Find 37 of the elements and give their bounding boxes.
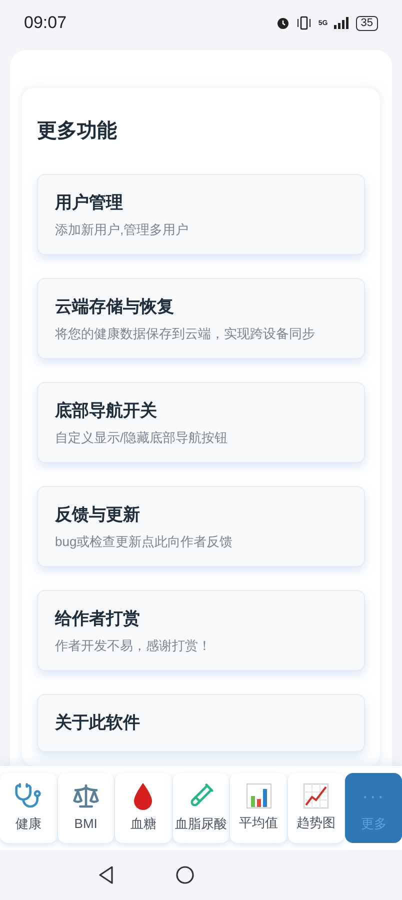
feature-title: 给作者打赏 <box>55 608 141 630</box>
more-icon: ··· <box>362 782 386 810</box>
feature-description: bug或检查更新点此向作者反馈 <box>55 532 234 551</box>
feature-item[interactable]: 底部导航开关 自定义显示/隐藏底部导航按钮 <box>37 382 365 463</box>
scale-icon <box>72 782 100 810</box>
feature-title: 反馈与更新 <box>55 504 141 526</box>
back-icon[interactable] <box>98 866 114 884</box>
feature-title: 关于此软件 <box>55 712 141 734</box>
nav-tab[interactable]: 血脂尿酸 <box>172 773 230 843</box>
feature-description: 将您的健康数据保存到云端，实现跨设备同步 <box>55 324 316 342</box>
feature-description: 作者开发不易，感谢打赏！ <box>55 636 212 654</box>
feature-item[interactable]: 关于此软件 <box>37 694 365 752</box>
feature-item[interactable]: 用户管理 添加新用户,管理多用户 <box>37 174 365 255</box>
bar-chart-icon <box>246 783 272 810</box>
feature-description: 自定义显示/隐藏底部导航按钮 <box>55 428 229 446</box>
nav-tab[interactable]: 趋势图 <box>288 773 344 843</box>
alarm-icon <box>276 16 290 30</box>
feature-item[interactable]: 给作者打赏 作者开发不易，感谢打赏！ <box>37 590 365 671</box>
section-title: 更多功能 <box>37 119 118 144</box>
feature-title: 云端存储与恢复 <box>55 296 175 318</box>
blood-drop-icon <box>132 782 154 810</box>
nav-tab[interactable]: 健康 <box>0 773 57 843</box>
stethoscope-icon <box>14 782 42 810</box>
feature-item[interactable]: 反馈与更新 bug或检查更新点此向作者反馈 <box>37 486 365 567</box>
feature-title: 底部导航开关 <box>55 400 158 422</box>
feature-title: 用户管理 <box>55 192 124 214</box>
nav-tab[interactable]: 血糖 <box>115 773 172 843</box>
status-time: 09:07 <box>24 12 67 34</box>
battery-level: 35 <box>356 16 378 30</box>
feature-description: 添加新用户,管理多用户 <box>55 220 190 238</box>
nav-tab[interactable]: BMI <box>58 773 114 843</box>
nav-tab[interactable]: 平均值 <box>230 773 287 843</box>
vibrate-icon <box>296 16 312 30</box>
signal-icon <box>334 17 350 29</box>
home-icon[interactable] <box>176 866 194 884</box>
feature-item[interactable]: 云端存储与恢复 将您的健康数据保存到云端，实现跨设备同步 <box>37 278 365 359</box>
line-chart-icon <box>303 783 330 810</box>
